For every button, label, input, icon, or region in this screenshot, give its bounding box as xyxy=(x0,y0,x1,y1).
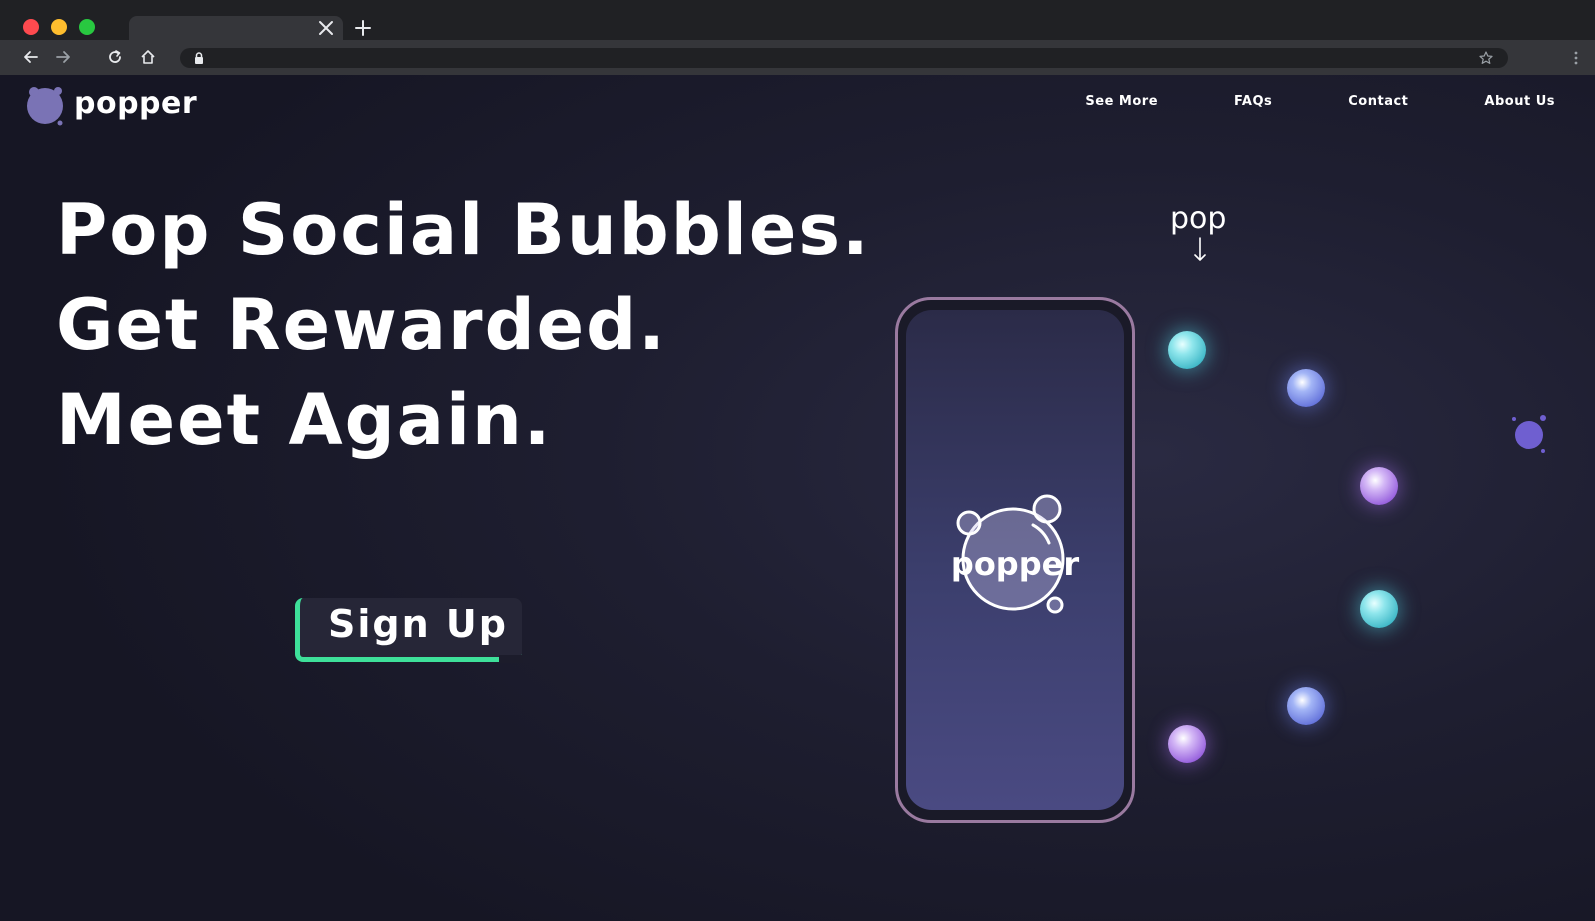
phone-app-logo: popper xyxy=(945,493,1085,623)
arrow-right-icon[interactable] xyxy=(54,48,72,66)
more-vertical-icon[interactable] xyxy=(1569,50,1583,66)
page-viewport: popper See More FAQs Contact About Us Po… xyxy=(0,75,1595,921)
headline-line-2: Get Rewarded. xyxy=(56,284,667,366)
minimize-window-button[interactable] xyxy=(51,19,67,35)
lock-icon xyxy=(195,52,203,64)
pop-label: pop xyxy=(1170,201,1227,236)
sign-up-label: Sign Up xyxy=(328,602,508,646)
star-icon[interactable] xyxy=(1478,50,1494,66)
phone-logo-text: popper xyxy=(950,545,1080,583)
plus-icon[interactable] xyxy=(352,17,374,39)
reload-icon[interactable] xyxy=(106,48,124,66)
bubble-purple-1 xyxy=(1360,467,1398,505)
arrow-down-icon xyxy=(1194,237,1206,261)
nav-about-us[interactable]: About Us xyxy=(1484,94,1555,109)
bubble-blue-2 xyxy=(1287,687,1325,725)
browser-titlebar xyxy=(0,0,1595,41)
hero-headline: Pop Social Bubbles. Get Rewarded. Meet A… xyxy=(56,183,871,468)
main-nav: See More FAQs Contact About Us xyxy=(1009,94,1555,109)
floating-bubble-icon xyxy=(1512,415,1546,453)
bubble-purple-2 xyxy=(1168,725,1206,763)
nav-faqs[interactable]: FAQs xyxy=(1234,94,1272,109)
close-window-button[interactable] xyxy=(23,19,39,35)
nav-contact[interactable]: Contact xyxy=(1348,94,1408,109)
site-logo[interactable]: popper xyxy=(25,81,197,129)
logo-bubble-icon xyxy=(27,87,63,126)
headline-line-1: Pop Social Bubbles. xyxy=(56,189,871,271)
nav-see-more[interactable]: See More xyxy=(1085,94,1158,109)
home-icon[interactable] xyxy=(139,48,157,66)
browser-tab[interactable] xyxy=(129,16,343,41)
arrow-left-icon[interactable] xyxy=(22,48,40,66)
bubble-blue-1 xyxy=(1287,369,1325,407)
address-bar[interactable] xyxy=(180,48,1508,68)
maximize-window-button[interactable] xyxy=(79,19,95,35)
close-icon[interactable] xyxy=(315,17,337,39)
logo-text: popper xyxy=(74,85,198,121)
sign-up-button[interactable]: Sign Up xyxy=(295,598,523,663)
headline-line-3: Meet Again. xyxy=(56,379,553,461)
bubble-teal-2 xyxy=(1360,590,1398,628)
bubble-teal-1 xyxy=(1168,331,1206,369)
